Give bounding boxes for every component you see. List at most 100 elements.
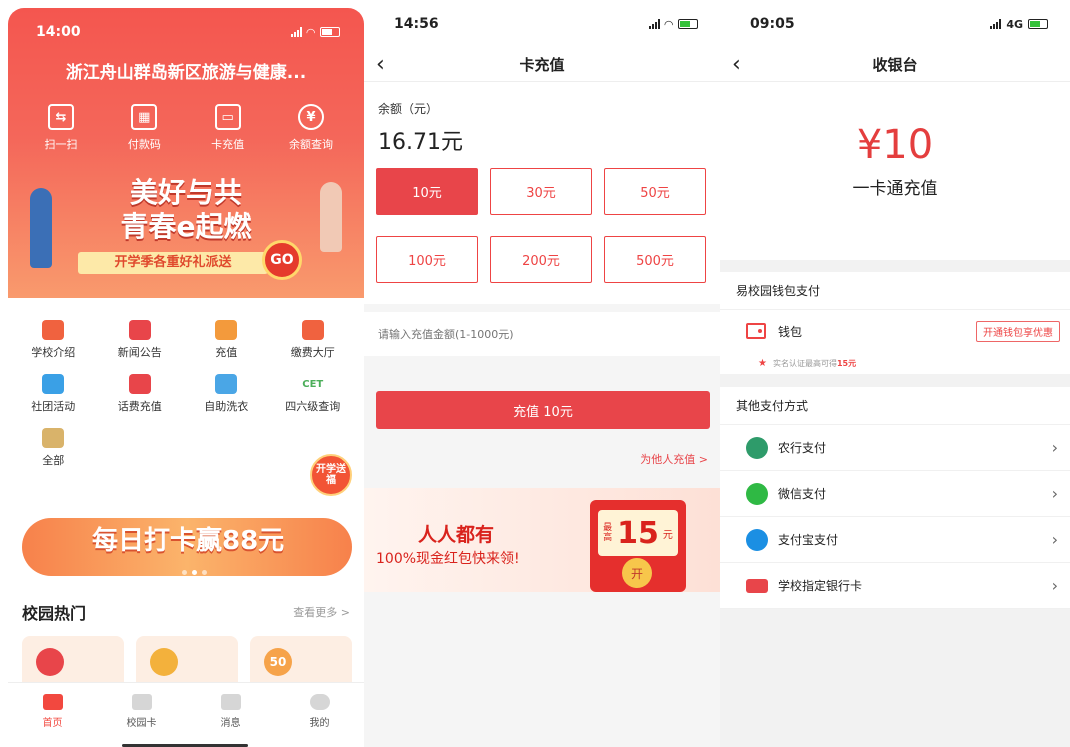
hot-card[interactable] [136, 636, 238, 686]
service-grid-all[interactable]: 全部 [10, 428, 97, 468]
tab-campus-card[interactable]: 校园卡 [112, 694, 172, 729]
tab-label: 首页 [42, 718, 63, 729]
payment-method-alipay[interactable]: 支付宝支付 › [720, 517, 1070, 563]
status-icons: ◠ [290, 26, 340, 39]
tab-label: 消息 [220, 718, 241, 729]
tab-messages[interactable]: 消息 [201, 694, 261, 729]
service-label: 新闻公告 [117, 346, 162, 359]
tab-bar: 首页 校园卡 消息 我的 [8, 682, 364, 740]
service-payment-hall[interactable]: 缴费大厅 [270, 320, 357, 360]
chevron-right-icon: › [1051, 484, 1058, 503]
banner-headline-1: 美好与共 [129, 176, 242, 209]
quick-scan[interactable]: ⇆ 扫一扫 [26, 104, 96, 152]
payment-method-wechat[interactable]: 微信支付 › [720, 471, 1070, 517]
service-label: 学校介绍 [31, 346, 76, 359]
nav-title: 卡充值 [519, 56, 565, 74]
balance-label: 余额（元） [378, 102, 439, 116]
signal-icon [290, 27, 302, 37]
status-time: 14:00 [36, 24, 81, 40]
service-flag[interactable]: 社团活动 [10, 374, 97, 414]
quick-pay-code[interactable]: ▦ 付款码 [109, 104, 179, 152]
status-icons: 4G [990, 18, 1048, 31]
payment-method-abc-bank[interactable]: 农行支付 › [720, 425, 1070, 471]
home-icon [42, 694, 63, 710]
payment-method-label: 微信支付 [778, 487, 827, 501]
tab-me[interactable]: 我的 [290, 694, 350, 729]
back-icon[interactable]: ‹ [376, 52, 385, 77]
chevron-right-icon: › [1051, 576, 1058, 595]
nav-bar: ‹ 收银台 [720, 48, 1070, 82]
amount-option[interactable]: 200元 [490, 236, 592, 283]
message-icon [220, 694, 241, 710]
star-icon: ★ [758, 357, 767, 369]
service-label: 充值 [215, 346, 238, 359]
service-news[interactable]: 新闻公告 [97, 320, 184, 360]
tab-label: 我的 [309, 718, 330, 729]
back-icon[interactable]: ‹ [732, 52, 741, 77]
grid-all-icon [42, 428, 65, 448]
nav-bar: ‹ 卡充值 [364, 48, 720, 82]
wallet-name: 钱包 [778, 324, 803, 339]
service-washing-machine[interactable]: 自助洗衣 [183, 374, 270, 414]
service-label: 自助洗衣 [204, 400, 249, 413]
balance-value: 16.71元 [378, 130, 463, 155]
payment-amount: ¥10 [856, 122, 934, 168]
wallet-section: 易校园钱包支付 钱包 开通钱包享优惠 ★ 实名认证最高可得 15元 [720, 272, 1070, 374]
battery-icon [320, 27, 340, 37]
hot-cards: 50 [22, 636, 352, 686]
nav-title: 收银台 [872, 56, 918, 74]
payment-method-bank-card[interactable]: 学校指定银行卡 › [720, 563, 1070, 609]
amount-option[interactable]: 30元 [490, 168, 592, 215]
open-wallet-button[interactable]: 开通钱包享优惠 [976, 320, 1060, 342]
tab-home[interactable]: 首页 [23, 694, 83, 729]
school-icon [42, 320, 65, 340]
quick-label: 付款码 [127, 138, 161, 151]
go-button[interactable]: GO [262, 240, 302, 280]
hot-card-value: 50 [264, 648, 292, 676]
quick-balance[interactable]: ¥ 余额查询 [276, 104, 346, 152]
other-payment-section: 其他支付方式 农行支付 › 微信支付 › 支付宝支付 › 学校指定银行卡 › [720, 387, 1070, 609]
open-button[interactable]: 开 [622, 558, 652, 588]
service-cet[interactable]: CET 四六级查询 [270, 374, 357, 414]
quick-card-recharge[interactable]: ▭ 卡充值 [193, 104, 263, 152]
service-recharge[interactable]: 充值 [183, 320, 270, 360]
chevron-right-icon: › [1051, 438, 1058, 457]
status-icons: ◠ [648, 17, 698, 31]
service-grid: 学校介绍 新闻公告 充值 缴费大厅社团活动 话费充值 自助洗衣 CET 四六级查询全部 [10, 320, 356, 468]
recharge-button[interactable]: 充值 10元 [376, 391, 710, 429]
amount-option[interactable]: 500元 [604, 236, 706, 283]
service-school[interactable]: 学校介绍 [10, 320, 97, 360]
custom-amount-input[interactable] [364, 312, 720, 356]
hot-card[interactable] [22, 636, 124, 686]
recharge-for-others-link[interactable]: 为他人充值 > [640, 451, 708, 467]
status-bar: 14:00 ◠ [8, 8, 364, 56]
cet-icon: CET [302, 378, 324, 390]
red-packet-banner[interactable]: 人人都有 100%现金红包快来领! 最高 15 元 开 [364, 488, 720, 592]
phone-bill-icon [128, 374, 151, 394]
amount-options: 10元 30元 50元 100元 200元 500元 [376, 168, 710, 283]
amount-option[interactable]: 100元 [376, 236, 478, 283]
amount-option[interactable]: 10元 [376, 168, 478, 215]
user-icon [309, 694, 330, 710]
max-label: 最高 [603, 523, 613, 543]
banner-headline: 美好与共 青春e起燃 [8, 176, 364, 244]
quick-label: 余额查询 [288, 138, 333, 151]
recharge-icon [215, 320, 238, 340]
hot-card[interactable]: 50 [250, 636, 352, 686]
battery-icon [678, 19, 698, 29]
hot-section-header: 校园热门 查看更多 > [22, 600, 350, 624]
checkin-promo-banner[interactable]: 每日打卡赢88元 开学送福 [22, 454, 352, 582]
network-type: 4G [1006, 17, 1023, 31]
promo-badge[interactable]: 开学送福 [310, 454, 352, 496]
service-label: 全部 [42, 454, 65, 467]
wifi-icon: ◠ [664, 17, 673, 31]
payment-hall-icon [301, 320, 324, 340]
scan-icon: ⇆ [48, 104, 74, 130]
payment-summary: ¥10 一卡通充值 [720, 82, 1070, 260]
wallet-option[interactable]: 钱包 开通钱包享优惠 [720, 310, 1070, 352]
amount-option[interactable]: 50元 [604, 168, 706, 215]
campaign-banner[interactable]: 美好与共 青春e起燃 开学季各重好礼派送 GO [8, 168, 364, 298]
max-amount: 15 [617, 515, 659, 551]
see-more-link[interactable]: 查看更多 > [293, 604, 350, 620]
service-phone-bill[interactable]: 话费充值 [97, 374, 184, 414]
